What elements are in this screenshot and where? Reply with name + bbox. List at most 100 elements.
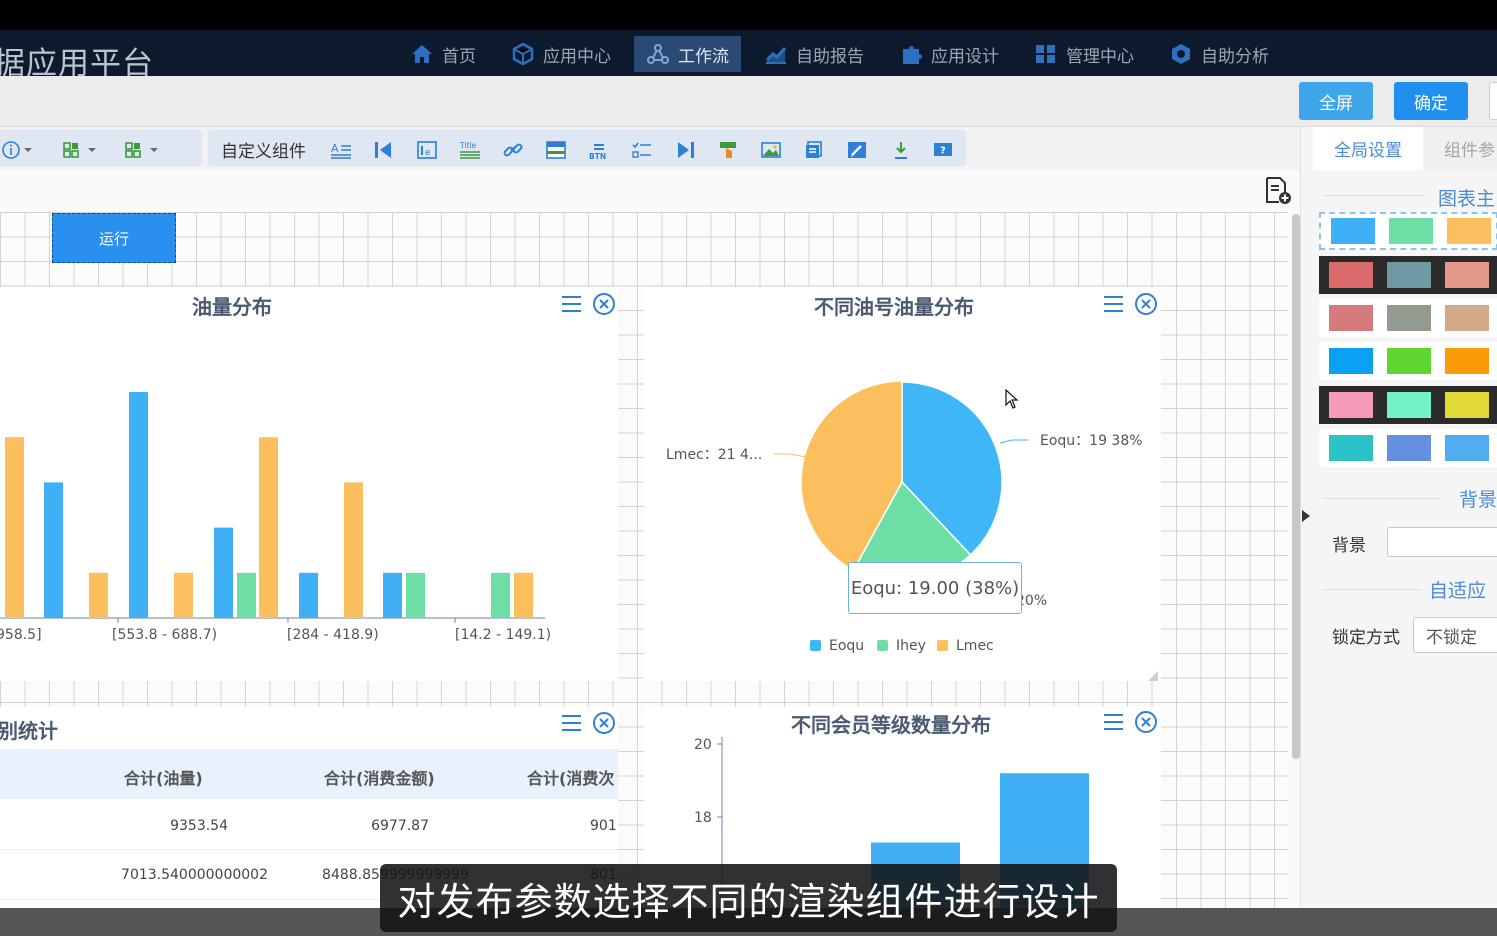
- last-page-icon[interactable]: [674, 140, 696, 160]
- title-icon[interactable]: Title: [459, 140, 481, 160]
- svg-text:Title: Title: [459, 141, 476, 150]
- color-swatch: [1329, 305, 1373, 331]
- table-row[interactable]: 9353.54 6977.87 901: [0, 800, 618, 850]
- oil-distribution-chart: 958.5] [553.8 - 688.7) [284 - 418.9) [14.2 …: [0, 392, 551, 643]
- text-icon[interactable]: A: [330, 140, 352, 160]
- nav-self-analysis[interactable]: 自助分析: [1157, 36, 1281, 72]
- close-icon[interactable]: [593, 712, 615, 734]
- analysis-icon: [1172, 44, 1190, 64]
- nav-label: 自助分析: [1201, 46, 1269, 67]
- tab-global-settings[interactable]: 全局设置: [1313, 127, 1423, 170]
- lock-mode-label: 锁定方式: [1332, 628, 1400, 648]
- panel-controls: [562, 712, 615, 734]
- color-swatch: [1445, 348, 1489, 374]
- oil-distribution-panel[interactable]: 油量分布 958.5] [553.8 - 688.7) [284 - 418.9)[…: [0, 287, 618, 681]
- chart-theme-title: 图表主: [1438, 188, 1496, 210]
- divider: [1323, 589, 1421, 590]
- bar: [89, 572, 108, 618]
- bar: [491, 572, 510, 618]
- nav-self-report[interactable]: 自助报告: [752, 36, 876, 72]
- column-header[interactable]: 合计(消费次: [527, 765, 614, 789]
- collapse-sidebar-icon[interactable]: [1302, 510, 1310, 522]
- image-icon[interactable]: [760, 140, 782, 160]
- color-swatch: [1329, 392, 1373, 418]
- background-label: 背景: [1332, 536, 1366, 556]
- help-icon[interactable]: ?: [932, 140, 954, 160]
- run-button[interactable]: 运行: [52, 213, 176, 263]
- cube-icon: [512, 43, 534, 65]
- bar: [44, 482, 63, 618]
- resize-handle-icon[interactable]: [1146, 669, 1160, 683]
- app-header: 据应用平台 首页 应用中心 工作流 自助报告 应用设计 管理中心 自助分析: [0, 30, 1497, 82]
- table-header: 合计(油量) 合计(消费金额) 合计(消费次: [0, 749, 618, 799]
- legend-swatch: [810, 640, 821, 651]
- column-header[interactable]: 合计(油量): [124, 765, 203, 789]
- layout-dropdown-icon[interactable]: [124, 140, 162, 160]
- table-cell: 7013.540000000002: [121, 867, 268, 883]
- column-header[interactable]: 合计(消费金额): [324, 765, 435, 789]
- palette-option[interactable]: [1319, 212, 1497, 250]
- fullscreen-button[interactable]: 全屏: [1299, 82, 1373, 120]
- legend-label: Ihey: [896, 638, 926, 654]
- info-dropdown-icon[interactable]: [2, 140, 34, 160]
- color-swatch: [1387, 435, 1431, 461]
- bar: [129, 392, 148, 618]
- nav-workflow[interactable]: 工作流: [634, 36, 741, 72]
- svg-text:e: e: [425, 148, 431, 158]
- text-editor-icon[interactable]: e: [416, 140, 438, 160]
- bar: [406, 572, 425, 618]
- menu-icon[interactable]: [562, 715, 581, 731]
- y-tick-label: 20: [694, 737, 712, 753]
- label-line: [774, 453, 807, 458]
- color-swatch: [1329, 435, 1373, 461]
- custom-components-label: 自定义组件: [221, 142, 306, 162]
- upload-icon[interactable]: [889, 140, 911, 160]
- table-icon[interactable]: [545, 140, 567, 160]
- nav-label: 应用设计: [931, 46, 999, 67]
- pointer-icon[interactable]: [717, 140, 739, 160]
- oil-type-panel[interactable]: 不同油号油量分布 Eoqu：19 38% Lmec：21 4... 20% Eoqu I…: [644, 287, 1161, 681]
- add-page-icon[interactable]: [1264, 175, 1292, 205]
- nav-admin-center[interactable]: 管理中心: [1022, 36, 1146, 72]
- confirm-button[interactable]: 确定: [1394, 82, 1468, 120]
- palette-option[interactable]: [1319, 256, 1497, 294]
- extra-button[interactable]: [1489, 82, 1497, 120]
- svg-text:BTN: BTN: [589, 152, 606, 160]
- list-icon[interactable]: [631, 140, 653, 160]
- palette-option[interactable]: [1319, 299, 1497, 337]
- bar: [259, 437, 278, 618]
- lock-mode-select[interactable]: 不锁定: [1413, 617, 1497, 653]
- nav-label: 首页: [442, 46, 476, 67]
- pie-label: Lmec：21 4...: [666, 447, 762, 463]
- adaptive-section-title: 自适应: [1429, 580, 1487, 602]
- link-button-icon[interactable]: BTN: [588, 140, 610, 160]
- bar: [237, 572, 256, 618]
- top-frame: [0, 0, 1497, 30]
- palette-option[interactable]: [1319, 386, 1497, 424]
- toolbar-group-custom: 自定义组件 A e Title BTN ?: [208, 130, 966, 166]
- video-caption: 对发布参数选择不同的渲染组件进行设计: [380, 864, 1117, 932]
- puzzle-icon: [903, 46, 922, 64]
- divider: [1323, 498, 1441, 499]
- tab-component-params[interactable]: 组件参: [1423, 127, 1497, 170]
- color-swatch: [1389, 218, 1433, 244]
- first-page-icon[interactable]: [373, 140, 395, 160]
- link-icon[interactable]: [502, 140, 524, 160]
- mouse-cursor-icon: [1005, 389, 1019, 409]
- copy-icon[interactable]: [803, 140, 825, 160]
- palette-option[interactable]: [1319, 429, 1497, 467]
- legend-label: Lmec: [956, 638, 994, 654]
- component-dropdown-icon[interactable]: [62, 140, 100, 160]
- divider: [1323, 195, 1423, 196]
- palette-option[interactable]: [1319, 342, 1497, 380]
- bar: [214, 527, 233, 618]
- nav-home[interactable]: 首页: [398, 36, 488, 72]
- nav-app-design[interactable]: 应用设计: [887, 36, 1011, 72]
- background-input[interactable]: [1387, 527, 1497, 557]
- nav-app-center[interactable]: 应用中心: [499, 36, 623, 72]
- bar: [383, 572, 402, 618]
- canvas-scrollbar[interactable]: [1292, 214, 1300, 759]
- nav-label: 管理中心: [1066, 46, 1134, 67]
- color-swatch: [1387, 262, 1431, 288]
- edit-icon[interactable]: [846, 140, 868, 160]
